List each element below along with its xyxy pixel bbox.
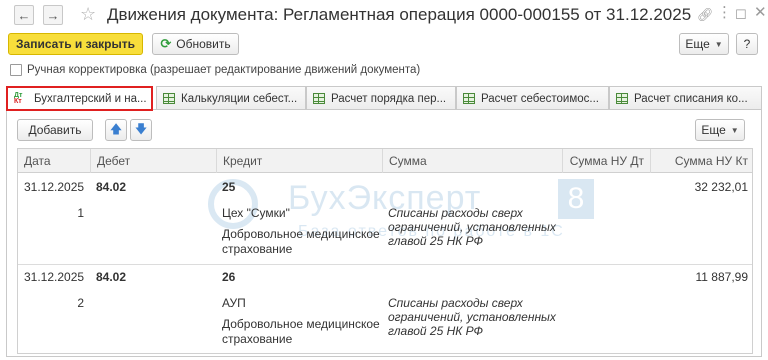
manual-adjustment-label: Ручная корректировка (разрешает редактир… [27,64,421,76]
row-date: 31.12.2025 [24,270,85,284]
table-icon [313,93,325,104]
row-credit-account: 26 [222,270,236,284]
arrow-right-icon: → [46,7,60,23]
table-icon [616,93,628,104]
tab-label: Расчет себестоимос... [481,92,599,105]
row-debit: 84.02 [96,270,127,284]
tab-accounting[interactable]: Дт Кт Бухгалтерский и на... [6,86,153,111]
row-credit-subconto1: Цех "Сумки" [222,206,290,220]
help-button[interactable]: ? [736,33,758,55]
tab-label: Бухгалтерский и на... [34,92,147,105]
tab-label: Расчет списания ко... [634,92,748,105]
move-up-button[interactable]: 🡅 [105,119,127,141]
row-nu-kt: 32 232,01 [694,180,748,194]
column-header-nu-kt[interactable]: Сумма НУ Кт [650,149,752,173]
maximize-icon[interactable]: ☐ [735,6,747,24]
close-icon[interactable]: ✕ [754,4,767,22]
move-down-button[interactable]: 🡇 [130,119,152,141]
tab-cost-calculations[interactable]: Калькуляции себест... [156,86,306,110]
more-label: Еще [685,37,710,51]
row-credit-subconto2: Добровольное медицинское страхование [222,317,380,346]
table-header: Дата Дебет Кредит Сумма Сумма НУ Дт Сумм… [18,149,752,173]
row-credit-subconto1: АУП [222,296,246,310]
save-and-close-button[interactable]: Записать и закрыть [8,33,143,55]
row-line-number: 2 [77,296,84,310]
column-header-amount[interactable]: Сумма [382,149,562,173]
column-header-credit[interactable]: Кредит [216,149,382,173]
star-icon[interactable]: ☆ [80,4,96,24]
dt-kt-icon: Дт Кт [14,91,23,105]
arrow-down-icon: 🡇 [134,121,148,136]
row-credit-account: 25 [222,180,236,194]
arrow-up-icon: 🡅 [109,121,123,136]
menu-icon[interactable]: ⋮ [717,4,732,22]
column-header-date[interactable]: Дата [18,149,90,173]
forward-button[interactable]: → [43,5,63,25]
column-header-nu-dt[interactable]: Сумма НУ Дт [562,149,650,173]
add-button[interactable]: Добавить [17,119,93,141]
register-tabs: Дт Кт Бухгалтерский и на... Калькуляции с… [6,86,762,111]
manual-adjustment-row[interactable]: Ручная корректировка (разрешает редактир… [10,64,420,76]
tab-label: Калькуляции себест... [181,92,298,105]
watermark-badge: 8 [558,179,594,219]
panel-more-button[interactable]: Еще ▼ [695,119,745,141]
manual-adjustment-checkbox[interactable] [10,64,22,76]
refresh-label: Обновить [176,37,231,51]
refresh-button[interactable]: ⟳ Обновить [152,33,239,55]
row-amount-content: Списаны расходы сверх ограничений, устан… [388,206,556,248]
more-label: Еще [701,123,726,137]
window-title: Движения документа: Регламентная операци… [107,5,692,24]
tab-panel: Добавить 🡅 🡇 Еще ▼ БухЭксперт 8 База отве… [6,109,762,357]
more-button[interactable]: Еще ▼ [679,33,729,55]
row-line-number: 1 [77,206,84,220]
entries-table[interactable]: БухЭксперт 8 База ответов по работе в 1С… [17,148,753,354]
table-icon [463,93,475,104]
tab-writeoff-calculation[interactable]: Расчет списания ко... [609,86,762,110]
row-divider [18,264,752,265]
chevron-down-icon: ▼ [730,125,739,135]
refresh-icon: ⟳ [160,36,172,51]
link-icon[interactable]: 🔗︎ [697,6,714,24]
chevron-down-icon: ▼ [714,39,723,49]
back-button[interactable]: ← [14,5,34,25]
column-header-debit[interactable]: Дебет [90,149,216,173]
arrow-left-icon: ← [17,7,31,23]
tab-order-calculation[interactable]: Расчет порядка пер... [306,86,456,110]
row-amount-content: Списаны расходы сверх ограничений, устан… [388,296,556,338]
title-bar: ← → ☆ Движения документа: Регламентная о… [0,0,768,30]
row-nu-kt: 11 887,99 [695,270,749,284]
row-credit-subconto2: Добровольное медицинское страхование [222,227,380,256]
table-icon [163,93,175,104]
tab-cost-price-calculation[interactable]: Расчет себестоимос... [456,86,609,110]
row-debit: 84.02 [96,180,127,194]
row-date: 31.12.2025 [24,180,85,194]
tab-label: Расчет порядка пер... [331,92,447,105]
